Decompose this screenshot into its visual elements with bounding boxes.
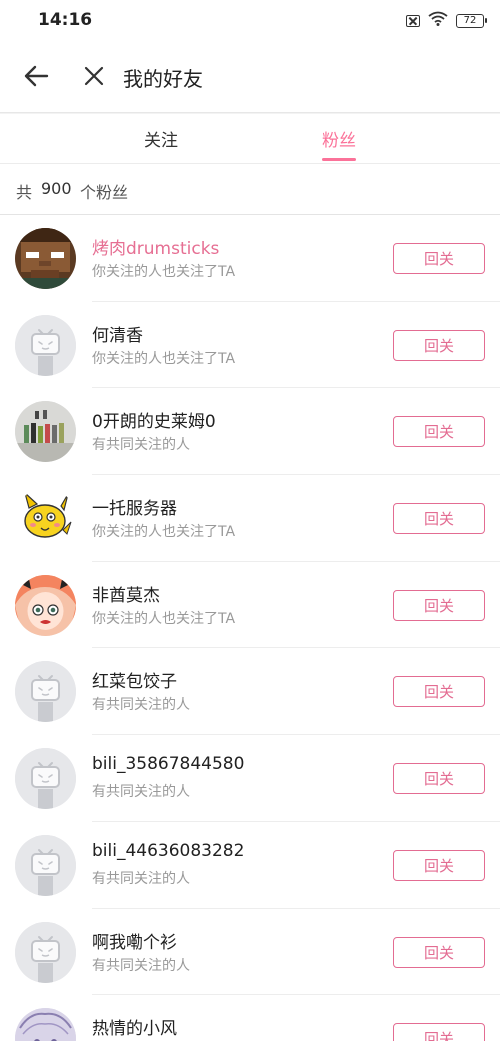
fan-relation: 有共同关注的人 bbox=[92, 784, 190, 801]
top-app-bar: 我的好友 bbox=[0, 40, 500, 113]
list-item[interactable]: 热情的小风 回关 bbox=[0, 995, 500, 1041]
follow-back-button[interactable]: 回关 bbox=[393, 1023, 485, 1041]
tab-following[interactable]: 关注 bbox=[144, 126, 178, 151]
follow-back-button[interactable]: 回关 bbox=[393, 503, 485, 535]
fan-name[interactable]: 何清香 bbox=[92, 321, 143, 346]
fan-relation: 你关注的人也关注了TA bbox=[92, 350, 236, 367]
close-button[interactable] bbox=[80, 62, 108, 90]
avatar[interactable] bbox=[15, 1008, 76, 1041]
fan-relation: 你关注的人也关注了TA bbox=[92, 524, 236, 541]
no-sim-icon bbox=[406, 14, 420, 27]
follow-back-button[interactable]: 回关 bbox=[393, 589, 485, 621]
wifi-icon bbox=[428, 11, 448, 30]
list-item[interactable]: 0开朗的史莱姆0 有共同关注的人 回关 bbox=[0, 388, 500, 476]
back-button[interactable] bbox=[22, 62, 50, 90]
avatar[interactable] bbox=[15, 401, 76, 463]
follow-back-button[interactable]: 回关 bbox=[393, 849, 485, 881]
fan-relation: 有共同关注的人 bbox=[92, 437, 190, 454]
fan-name[interactable]: 烤肉drumsticks bbox=[92, 234, 219, 259]
status-bar: 14:16 72 bbox=[0, 0, 500, 40]
fan-name[interactable]: 一托服务器 bbox=[92, 494, 177, 519]
list-item[interactable]: 啊我嘞个衫 有共同关注的人 回关 bbox=[0, 909, 500, 996]
fan-name[interactable]: 啊我嘞个衫 bbox=[92, 928, 177, 953]
fan-name[interactable]: bili_35867844580 bbox=[92, 754, 244, 774]
follow-back-button[interactable]: 回关 bbox=[393, 243, 485, 274]
close-icon bbox=[84, 66, 104, 86]
avatar[interactable] bbox=[15, 661, 76, 723]
fan-relation: 有共同关注的人 bbox=[92, 697, 190, 714]
arrow-left-icon bbox=[24, 65, 49, 87]
follow-back-button[interactable]: 回关 bbox=[393, 763, 485, 795]
default-tv-avatar-icon bbox=[15, 921, 76, 983]
fan-relation: 有共同关注的人 bbox=[92, 957, 190, 974]
follow-back-button[interactable]: 回关 bbox=[393, 676, 485, 708]
avatar[interactable] bbox=[15, 228, 76, 289]
list-item[interactable]: 何清香 你关注的人也关注了TA 回关 bbox=[0, 302, 500, 389]
follow-back-button[interactable]: 回关 bbox=[393, 936, 485, 968]
default-tv-avatar-icon bbox=[15, 834, 76, 896]
fan-name[interactable]: 热情的小风 bbox=[92, 1014, 177, 1039]
list-item[interactable]: 一托服务器 你关注的人也关注了TA 回关 bbox=[0, 475, 500, 562]
yellow-cartoon-avatar-icon bbox=[15, 488, 76, 550]
anime-girl-avatar-icon bbox=[15, 574, 76, 636]
fans-count-suffix: 个粉丝 bbox=[80, 183, 129, 202]
fans-count-number: 900 bbox=[41, 179, 72, 198]
default-tv-avatar-icon bbox=[15, 748, 76, 810]
tab-bar: 关注 粉丝 bbox=[0, 113, 500, 164]
fan-name[interactable]: 红菜包饺子 bbox=[92, 667, 177, 692]
follow-back-button[interactable]: 回关 bbox=[393, 329, 485, 361]
avatar[interactable] bbox=[15, 748, 76, 810]
fan-name[interactable]: bili_44636083282 bbox=[92, 841, 244, 861]
status-icons: 72 bbox=[406, 11, 487, 30]
fan-name[interactable]: 0开朗的史莱姆0 bbox=[92, 407, 216, 432]
page-title: 我的好友 bbox=[123, 67, 203, 91]
list-item[interactable]: 非酋莫杰 你关注的人也关注了TA 回关 bbox=[0, 562, 500, 649]
list-item[interactable]: 红菜包饺子 有共同关注的人 回关 bbox=[0, 648, 500, 736]
anime-sketch-avatar-icon bbox=[15, 1008, 76, 1041]
fan-relation: 你关注的人也关注了TA bbox=[92, 610, 236, 627]
active-tab-indicator bbox=[322, 158, 356, 161]
pixel-avatar-icon bbox=[15, 228, 76, 289]
avatar[interactable] bbox=[15, 574, 76, 636]
figures-photo-avatar-icon bbox=[15, 401, 76, 463]
battery-icon: 72 bbox=[456, 13, 487, 28]
fan-name[interactable]: 非酋莫杰 bbox=[92, 581, 160, 606]
fans-list: 烤肉drumsticks 你关注的人也关注了TA 回关 何清香 你关注的人也关注… bbox=[0, 215, 500, 1041]
fans-count-prefix: 共 bbox=[16, 183, 33, 202]
avatar[interactable] bbox=[15, 921, 76, 983]
tab-fans[interactable]: 粉丝 bbox=[322, 126, 356, 151]
default-tv-avatar-icon bbox=[15, 661, 76, 723]
status-time: 14:16 bbox=[38, 10, 93, 30]
avatar[interactable] bbox=[15, 488, 76, 550]
fan-relation: 有共同关注的人 bbox=[92, 870, 190, 887]
list-item[interactable]: bili_35867844580 有共同关注的人 回关 bbox=[0, 735, 500, 822]
list-item[interactable]: bili_44636083282 有共同关注的人 回关 bbox=[0, 822, 500, 909]
avatar[interactable] bbox=[15, 314, 76, 376]
default-tv-avatar-icon bbox=[15, 314, 76, 376]
follow-back-button[interactable]: 回关 bbox=[393, 416, 485, 448]
avatar[interactable] bbox=[15, 834, 76, 896]
fan-relation: 你关注的人也关注了TA bbox=[92, 264, 236, 280]
fans-count-row: 共 900 个粉丝 bbox=[0, 164, 500, 215]
list-item[interactable]: 烤肉drumsticks 你关注的人也关注了TA 回关 bbox=[0, 215, 500, 302]
